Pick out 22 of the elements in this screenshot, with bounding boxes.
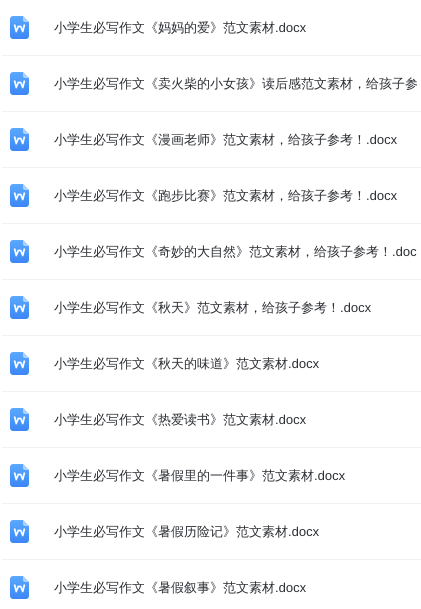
file-name[interactable]: 小学生必写作文《跑步比赛》范文素材，给孩子参考！.docx <box>54 186 398 204</box>
word-file-icon <box>10 184 29 207</box>
word-file-icon <box>10 520 29 543</box>
file-name[interactable]: 小学生必写作文《奇妙的大自然》范文素材，给孩子参考！.doc <box>54 242 417 260</box>
file-name[interactable]: 小学生必写作文《热爱读书》范文素材.docx <box>54 410 306 428</box>
file-name[interactable]: 小学生必写作文《漫画老师》范文素材，给孩子参考！.docx <box>54 130 398 148</box>
file-name[interactable]: 小学生必写作文《秋天的味道》范文素材.docx <box>54 354 320 372</box>
word-file-icon <box>10 128 29 151</box>
word-file-icon <box>10 296 29 319</box>
file-name[interactable]: 小学生必写作文《卖火柴的小女孩》读后感范文素材，给孩子参 <box>54 74 418 92</box>
word-file-icon <box>10 240 29 263</box>
file-name[interactable]: 小学生必写作文《妈妈的爱》范文素材.docx <box>54 18 306 36</box>
word-file-icon <box>10 16 29 39</box>
word-file-icon <box>10 72 29 95</box>
file-name[interactable]: 小学生必写作文《暑假里的一件事》范文素材.docx <box>54 466 346 484</box>
word-file-icon <box>10 576 29 599</box>
file-name[interactable]: 小学生必写作文《暑假历险记》范文素材.docx <box>54 522 320 540</box>
file-name[interactable]: 小学生必写作文《暑假叙事》范文素材.docx <box>54 578 306 596</box>
word-file-icon <box>10 352 29 375</box>
file-name[interactable]: 小学生必写作文《秋天》范文素材，给孩子参考！.docx <box>54 298 372 316</box>
word-file-icon <box>10 408 29 431</box>
word-file-icon <box>10 464 29 487</box>
